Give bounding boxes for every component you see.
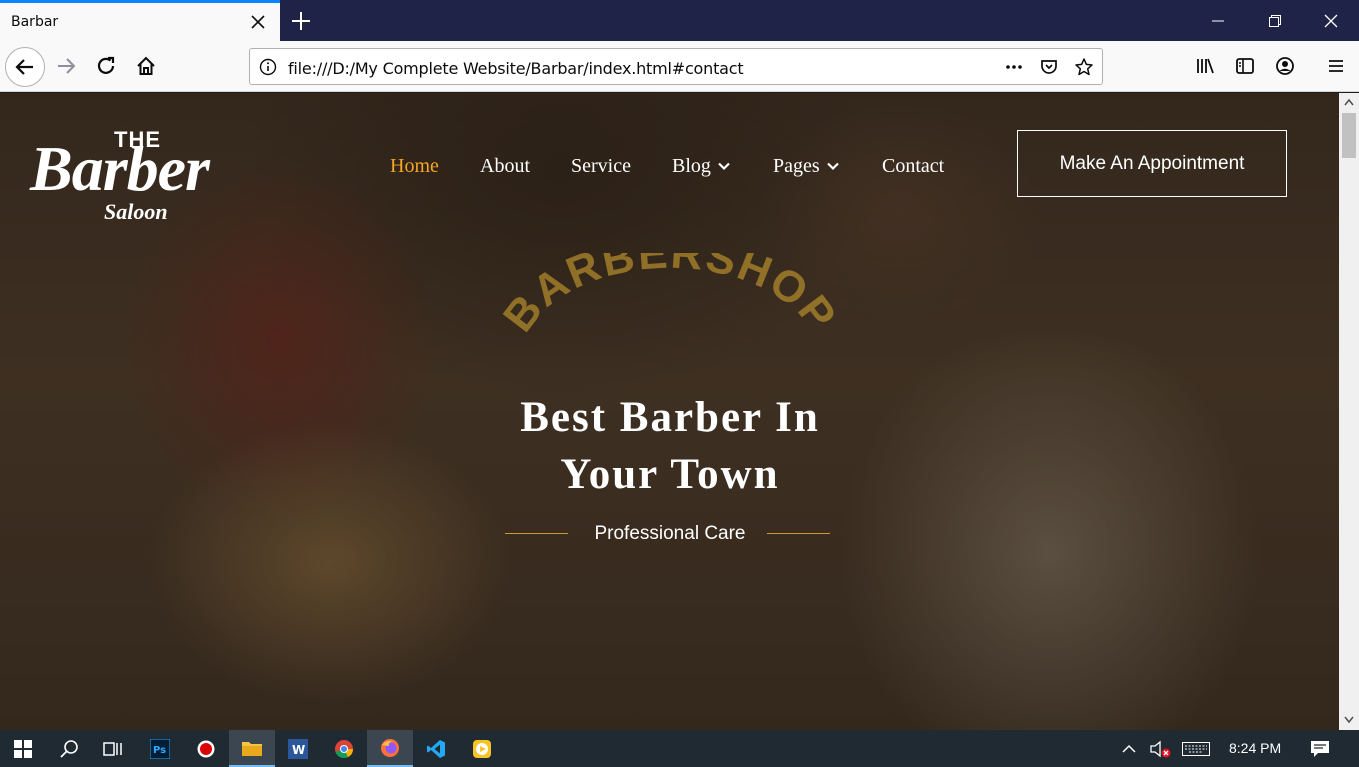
logo-barber-text: Barber bbox=[30, 133, 210, 204]
taskbar-media-player[interactable] bbox=[459, 730, 505, 767]
svg-text:Ps: Ps bbox=[153, 745, 166, 756]
show-hidden-icons-button[interactable] bbox=[1109, 730, 1149, 767]
scroll-up-icon[interactable] bbox=[1344, 98, 1354, 106]
sidebar-icon bbox=[1236, 58, 1254, 74]
back-arrow-icon bbox=[15, 59, 33, 75]
logo-saloon-text: Saloon bbox=[104, 199, 168, 224]
photoshop-icon: Ps bbox=[150, 738, 170, 759]
account-icon bbox=[1276, 57, 1294, 75]
taskbar-file-explorer[interactable] bbox=[229, 730, 275, 767]
record-icon bbox=[197, 740, 215, 757]
start-button[interactable] bbox=[0, 730, 46, 767]
barbershop-stamp: BARBERSHOP bbox=[494, 253, 846, 341]
tab-strip: Barbar bbox=[0, 0, 1359, 41]
chevron-down-icon bbox=[718, 162, 730, 171]
divider-right bbox=[767, 533, 830, 534]
folder-icon bbox=[242, 741, 262, 756]
tab-title: Barbar bbox=[11, 14, 59, 30]
nav-service[interactable]: Service bbox=[571, 151, 631, 181]
page-actions-icon[interactable] bbox=[1004, 57, 1024, 77]
url-bar[interactable]: file:///D:/My Complete Website/Barbar/in… bbox=[249, 48, 1103, 85]
hero-subtitle: Professional Care bbox=[594, 523, 746, 544]
forward-arrow-icon bbox=[58, 58, 76, 74]
library-button[interactable] bbox=[1188, 49, 1222, 83]
media-player-icon bbox=[473, 739, 491, 758]
touch-keyboard-button[interactable] bbox=[1178, 730, 1214, 767]
taskbar-vscode[interactable] bbox=[413, 730, 459, 767]
scrollbar-thumb[interactable] bbox=[1342, 113, 1356, 158]
keyboard-icon bbox=[1182, 741, 1210, 756]
taskbar-recorder[interactable] bbox=[183, 730, 229, 767]
bookmark-star-icon[interactable] bbox=[1074, 57, 1094, 77]
chevron-up-icon bbox=[1122, 744, 1136, 753]
restore-icon bbox=[1268, 14, 1281, 27]
nav-pages-label: Pages bbox=[773, 154, 820, 177]
forward-button[interactable] bbox=[49, 49, 83, 83]
account-button[interactable] bbox=[1268, 49, 1302, 83]
windows-logo-icon bbox=[14, 739, 32, 758]
task-view-icon bbox=[103, 741, 122, 756]
page-scrollbar[interactable] bbox=[1339, 93, 1359, 730]
url-text: file:///D:/My Complete Website/Barbar/in… bbox=[288, 59, 744, 78]
svg-text:W: W bbox=[292, 743, 305, 757]
new-tab-icon[interactable] bbox=[289, 9, 313, 33]
site-logo[interactable]: THE Barber Saloon bbox=[30, 127, 270, 227]
hero-title-line1: Best Barber In bbox=[520, 394, 820, 441]
volume-button[interactable] bbox=[1145, 730, 1175, 767]
hero-title: Best Barber In Your Town bbox=[420, 389, 920, 503]
svg-text:BARBERSHOP: BARBERSHOP bbox=[494, 253, 846, 341]
menu-button[interactable] bbox=[1319, 49, 1353, 83]
vscode-icon bbox=[427, 739, 445, 758]
chevron-down-icon bbox=[826, 162, 839, 171]
home-button[interactable] bbox=[129, 49, 163, 83]
taskbar-clock[interactable]: 8:24 PM bbox=[1229, 740, 1281, 756]
taskbar-word[interactable]: W bbox=[275, 730, 321, 767]
word-icon: W bbox=[288, 738, 308, 759]
nav-about[interactable]: About bbox=[480, 151, 530, 181]
close-window-button[interactable] bbox=[1302, 0, 1359, 41]
site-info-icon[interactable] bbox=[258, 57, 278, 77]
notifications-icon bbox=[1311, 740, 1329, 757]
pocket-icon[interactable] bbox=[1039, 57, 1059, 77]
reload-icon bbox=[97, 56, 115, 74]
library-icon bbox=[1197, 58, 1214, 74]
nav-blog-label: Blog bbox=[672, 154, 711, 177]
hero-title-line2: Your Town bbox=[560, 451, 780, 498]
nav-blog[interactable]: Blog bbox=[672, 151, 730, 181]
back-button[interactable] bbox=[5, 47, 45, 87]
home-icon bbox=[137, 56, 155, 75]
reload-button[interactable] bbox=[89, 49, 123, 83]
sidebar-button[interactable] bbox=[1228, 49, 1262, 83]
firefox-icon bbox=[381, 738, 399, 757]
nav-contact[interactable]: Contact bbox=[882, 151, 944, 181]
nav-pages[interactable]: Pages bbox=[773, 151, 839, 181]
volume-muted-icon bbox=[1150, 740, 1171, 757]
nav-toolbar: file:///D:/My Complete Website/Barbar/in… bbox=[0, 41, 1359, 92]
nav-home[interactable]: Home bbox=[390, 151, 439, 181]
browser-tab[interactable]: Barbar bbox=[0, 0, 280, 41]
divider-left bbox=[505, 533, 568, 534]
barbershop-stamp-text: BARBERSHOP bbox=[494, 253, 844, 341]
chrome-icon bbox=[335, 739, 354, 758]
close-tab-icon[interactable] bbox=[248, 12, 268, 32]
taskbar-chrome[interactable] bbox=[321, 730, 367, 767]
scroll-down-icon[interactable] bbox=[1344, 716, 1354, 724]
taskbar-search-button[interactable] bbox=[46, 730, 92, 767]
make-appointment-button[interactable]: Make An Appointment bbox=[1017, 130, 1287, 197]
action-center-button[interactable] bbox=[1298, 730, 1342, 767]
taskbar-firefox[interactable] bbox=[367, 730, 413, 767]
minimize-button[interactable] bbox=[1189, 0, 1246, 41]
task-view-button[interactable] bbox=[90, 730, 136, 767]
web-page: THE Barber Saloon Home About Service Blo… bbox=[0, 93, 1339, 730]
minimize-icon bbox=[1211, 20, 1224, 21]
search-icon bbox=[60, 739, 78, 758]
windows-taskbar: Ps W 8:24 PM bbox=[0, 730, 1359, 767]
close-icon bbox=[1324, 14, 1337, 27]
restore-button[interactable] bbox=[1246, 0, 1303, 41]
taskbar-photoshop[interactable]: Ps bbox=[137, 730, 183, 767]
hamburger-menu-icon bbox=[1329, 60, 1343, 72]
